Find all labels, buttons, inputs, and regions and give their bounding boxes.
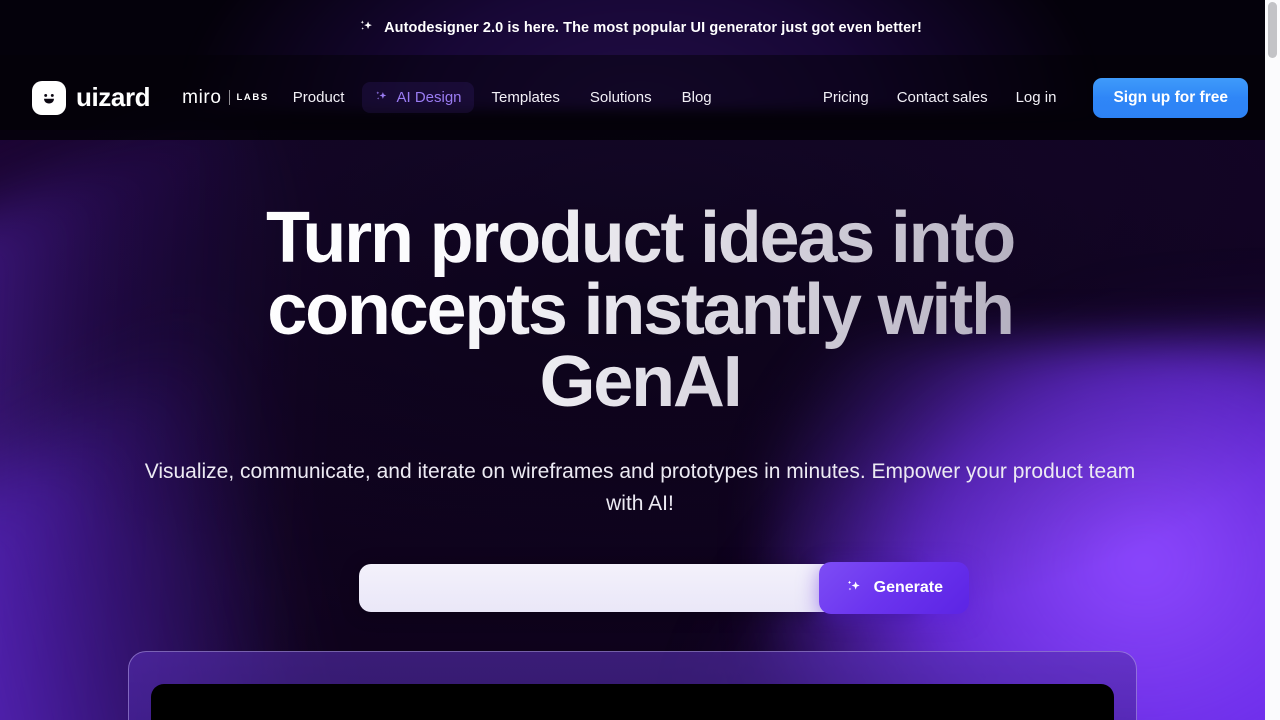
nav-item-ai-design[interactable]: AI Design bbox=[362, 82, 474, 113]
nav-item-log-in[interactable]: Log in bbox=[1004, 82, 1069, 113]
page-scrollbar[interactable] bbox=[1265, 0, 1280, 720]
page-title: Turn product ideas into concepts instant… bbox=[190, 202, 1090, 418]
sparkle-icon bbox=[374, 90, 389, 105]
page-scrollbar-thumb[interactable] bbox=[1268, 2, 1277, 58]
announcement-bar[interactable]: Autodesigner 2.0 is here. The most popul… bbox=[0, 0, 1280, 55]
nav-item-contact-sales[interactable]: Contact sales bbox=[885, 82, 1000, 113]
generate-button-label: Generate bbox=[873, 578, 943, 596]
secondary-navigation: Pricing Contact sales Log in Sign up for… bbox=[811, 77, 1248, 118]
sign-up-button[interactable]: Sign up for free bbox=[1093, 77, 1248, 118]
generate-button[interactable]: Generate bbox=[818, 561, 969, 614]
primary-navigation: Product AI Design Templates Solutions Bl… bbox=[281, 82, 724, 113]
hero-section: Turn product ideas into concepts instant… bbox=[0, 140, 1280, 614]
nav-item-templates[interactable]: Templates bbox=[480, 82, 572, 113]
uizard-smiley-logo-icon bbox=[32, 80, 66, 115]
partner-brand-name: miro bbox=[182, 86, 222, 108]
hero-subtitle: Visualize, communicate, and iterate on w… bbox=[144, 460, 1136, 515]
sparkle-icon bbox=[845, 579, 863, 597]
nav-item-pricing[interactable]: Pricing bbox=[811, 82, 881, 113]
nav-item-product[interactable]: Product bbox=[281, 82, 357, 113]
nav-item-ai-design-label: AI Design bbox=[396, 89, 462, 106]
sparkle-icon bbox=[358, 19, 375, 36]
brand-logo-text: uizard bbox=[76, 82, 151, 112]
announcement-text: Autodesigner 2.0 is here. The most popul… bbox=[384, 19, 922, 36]
nav-item-solutions[interactable]: Solutions bbox=[578, 82, 664, 113]
site-header: uizard miro LABS Product AI Design Templ… bbox=[0, 55, 1280, 140]
partner-brand: miro LABS bbox=[182, 87, 269, 109]
partner-brand-sub: LABS bbox=[236, 92, 269, 103]
brand-logo[interactable]: uizard bbox=[32, 80, 151, 115]
partner-brand-separator bbox=[228, 90, 230, 105]
product-preview-screen bbox=[151, 684, 1114, 720]
product-preview-frame bbox=[128, 651, 1137, 720]
prompt-bar: Generate bbox=[359, 561, 969, 614]
nav-item-blog[interactable]: Blog bbox=[670, 82, 724, 113]
